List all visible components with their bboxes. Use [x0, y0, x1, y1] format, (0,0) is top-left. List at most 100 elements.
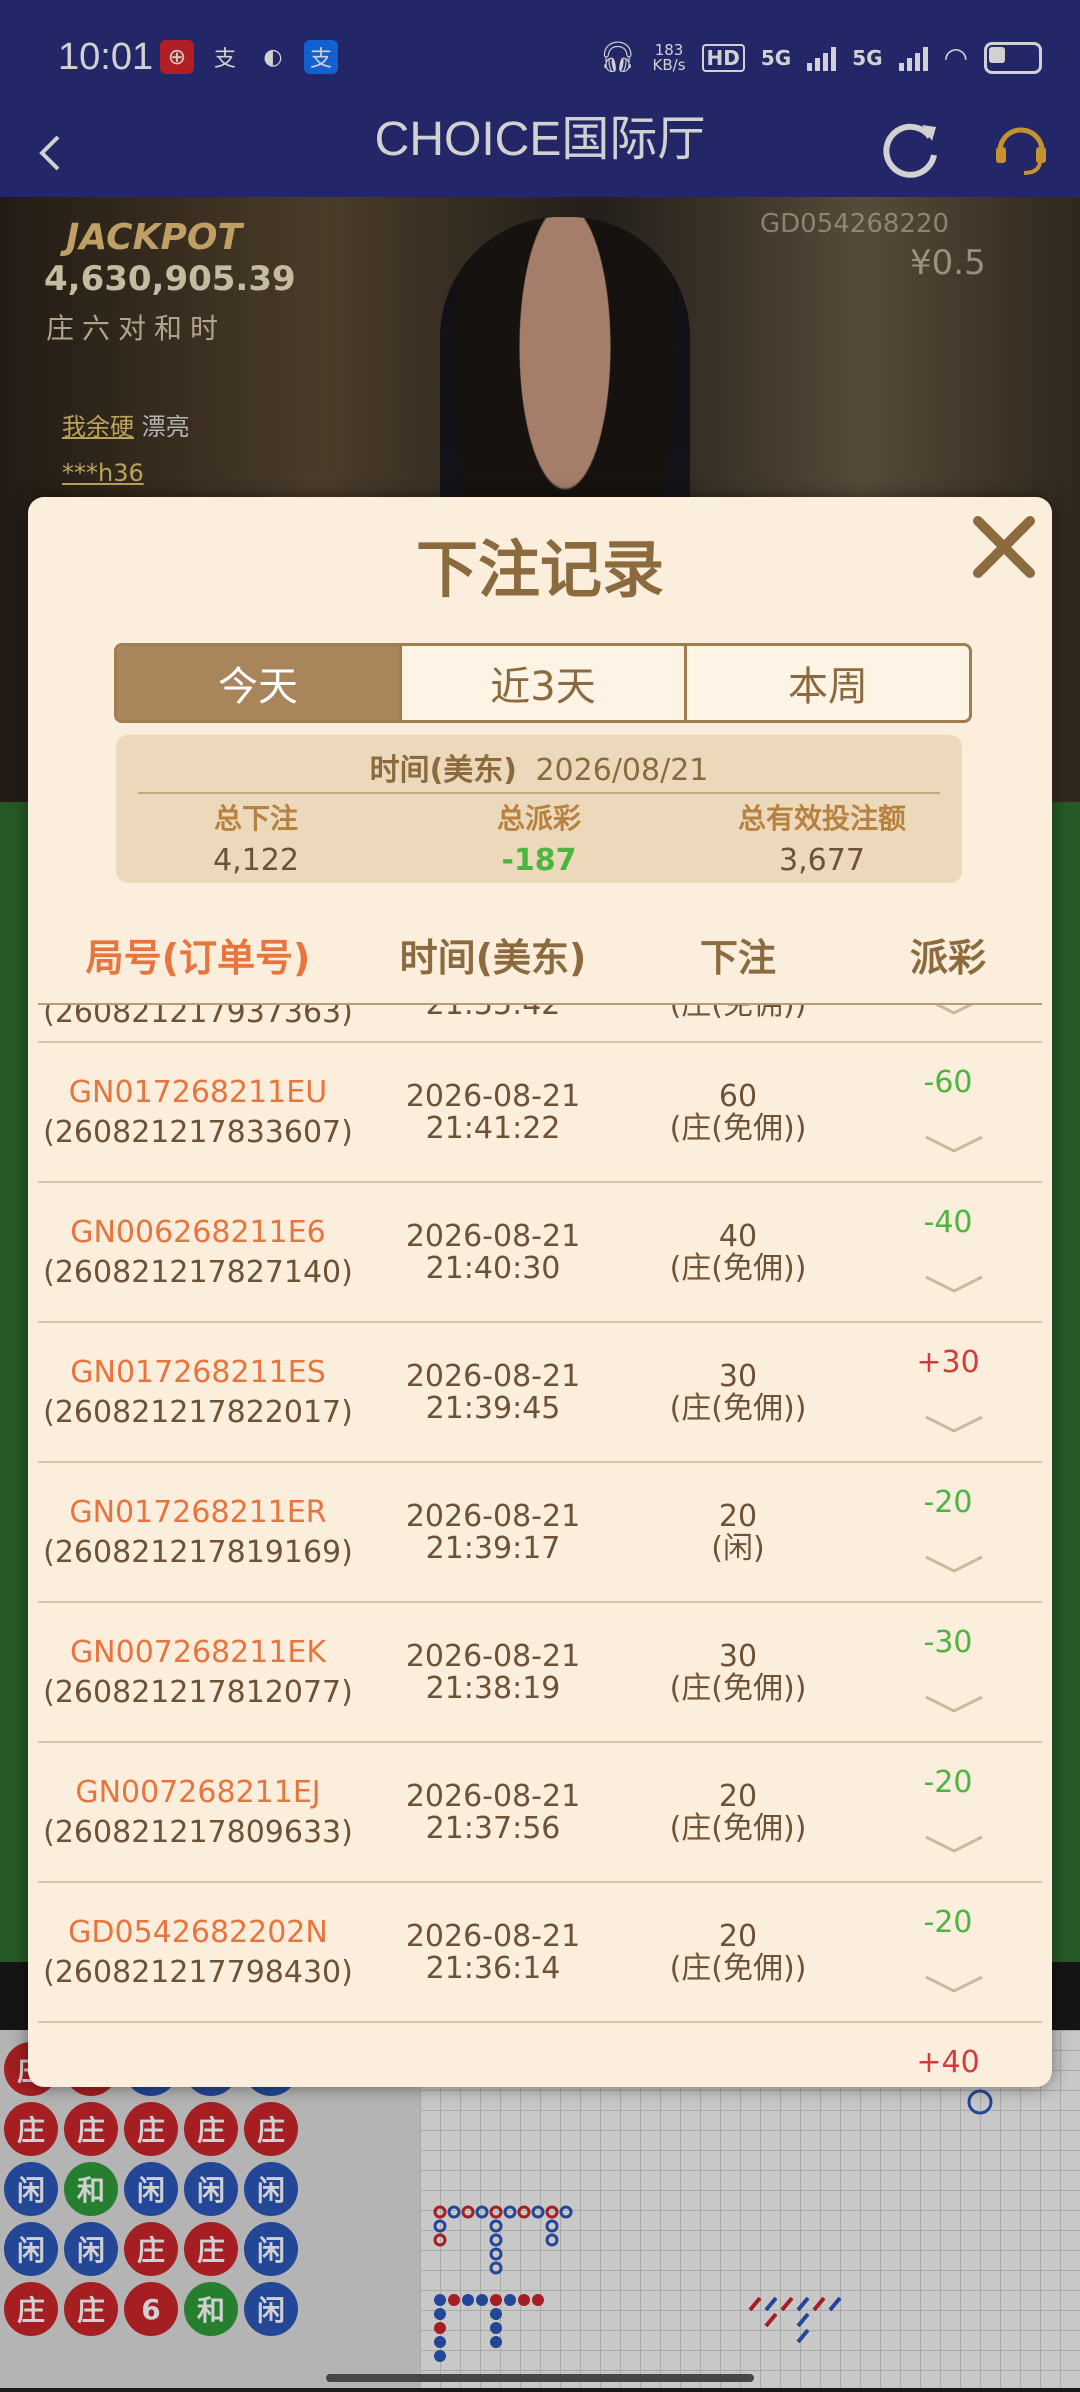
bet-date: 2026-08-21	[405, 1079, 581, 1114]
col-time: 时间(美东)	[399, 936, 587, 980]
bet-cell: 20 (闲)	[628, 1501, 848, 1565]
bet-type: (庄(免佣))	[669, 1251, 807, 1286]
order-number: (260821217812077)	[43, 1675, 353, 1710]
payout-value: -20	[923, 1765, 973, 1800]
bet-cell: 30 (庄(免佣))	[628, 1361, 848, 1425]
time-cell: 2026-08-21 21:37:56	[358, 1781, 628, 1845]
tab-last-3-days[interactable]: 近3天	[402, 646, 687, 720]
order-number: (260821217798430)	[43, 1955, 353, 1990]
total-bet: 总下注 4,122	[213, 802, 299, 878]
bet-cell: 20 (庄(免佣))	[628, 1781, 848, 1845]
time-cell: 2026-08-21 21:39:17	[358, 1501, 628, 1565]
order-number: (260821217822017)	[43, 1395, 353, 1430]
order-number: (260821217809633)	[43, 1815, 353, 1850]
bet-time: 21:39:17	[425, 1531, 561, 1566]
col-bet: 下注	[699, 936, 776, 980]
table-row[interactable]: GN006268211E6 (260821217827140) 2026-08-21…	[38, 1181, 1042, 1323]
game-number: GN007268211EK	[69, 1635, 327, 1670]
chevron-down-icon[interactable]	[924, 1273, 984, 1295]
bet-time: 21:38:19	[425, 1671, 561, 1706]
bet-amount: 30	[718, 1639, 758, 1674]
chevron-down-icon[interactable]	[924, 1693, 984, 1715]
bet-cell: 60 (庄(免佣))	[628, 1081, 848, 1145]
chevron-down-icon[interactable]	[924, 1553, 984, 1575]
chevron-down-icon[interactable]	[924, 1833, 984, 1855]
bet-type: (庄(免佣))	[669, 1951, 807, 1986]
total-valid-bet: 总有效投注额 3,677	[737, 802, 906, 878]
payout-value: -20	[923, 1905, 973, 1940]
col-payout: 派彩	[909, 936, 986, 980]
modal-title: 下注记录	[415, 533, 664, 606]
table-row[interactable]: (260821217937363) 21:55:42 (庄(免佣))	[38, 1005, 1042, 1043]
bet-time: 21:41:22	[425, 1111, 561, 1146]
chevron-down-icon[interactable]	[924, 1005, 984, 1017]
game-number: GN017268211ES	[70, 1355, 326, 1390]
game-number: GD0542682202N	[68, 1915, 328, 1950]
bet-record-modal: 下注记录 今天 近3天 本周 时间(美东) 2026/08/21 总下注 4,1…	[28, 497, 1052, 2087]
time-cell: 2026-08-21 21:40:30	[358, 1221, 628, 1285]
bet-type: (庄(免佣))	[669, 1811, 807, 1846]
bet-date: 2026-08-21	[405, 1499, 581, 1534]
game-id-cell: GN006268211E6 (260821217827140)	[38, 1217, 358, 1289]
game-number: GN017268211ER	[69, 1495, 327, 1530]
table-row[interactable]: GN007268211EK (260821217812077) 2026-08-21…	[38, 1601, 1042, 1743]
bet-amount: 20	[718, 1779, 758, 1814]
table-row[interactable]: GN007268211EJ (260821217809633) 2026-08-21…	[38, 1741, 1042, 1883]
payout-value: -60	[923, 1065, 973, 1100]
bet-date: 2026-08-21	[405, 1219, 581, 1254]
game-id-cell: GN017268211ER (260821217819169)	[38, 1497, 358, 1569]
game-id-cell: GN017268211ES (260821217822017)	[38, 1357, 358, 1429]
game-number: GN017268211EU	[68, 1075, 328, 1110]
bet-date: 2026-08-21	[405, 1359, 581, 1394]
payout-value: +40	[916, 2045, 980, 2079]
game-id-cell: GD0542682202N (260821217798430)	[38, 1917, 358, 1989]
order-number: (260821217827140)	[43, 1255, 353, 1290]
bet-time: 21:37:56	[425, 1811, 561, 1846]
tab-this-week[interactable]: 本周	[687, 646, 969, 720]
table-row[interactable]: GN017268211EU (260821217833607) 2026-08-21…	[38, 1041, 1042, 1183]
bet-type: (庄(免佣))	[669, 1111, 807, 1146]
summary-date: 时间(美东) 2026/08/21	[369, 753, 709, 788]
col-game-id: 局号(订单号)	[85, 936, 311, 980]
chevron-down-icon[interactable]	[924, 1133, 984, 1155]
bet-date: 2026-08-21	[405, 1919, 581, 1954]
total-payout: 总派彩 -187	[496, 802, 581, 878]
bet-type: (庄(免佣))	[669, 1391, 807, 1426]
date-range-tabs: 今天 近3天 本周	[114, 643, 972, 723]
table-row[interactable]: +40	[38, 2021, 1042, 2079]
table-header: 局号(订单号) 时间(美东) 下注 派彩	[28, 927, 1052, 1001]
order-number: (260821217833607)	[43, 1115, 353, 1150]
bet-amount: 20	[718, 1919, 758, 1954]
time-cell: 2026-08-21 21:36:14	[358, 1921, 628, 1985]
bet-time: 21:36:14	[425, 1951, 561, 1986]
order-number: (260821217937363)	[43, 1005, 353, 1030]
time-cell: 2026-08-21 21:39:45	[358, 1361, 628, 1425]
bet-type: (庄(免佣))	[628, 1005, 848, 1021]
payout-value: -30	[923, 1625, 973, 1660]
game-id-cell: GN017268211EU (260821217833607)	[38, 1077, 358, 1149]
order-number: (260821217819169)	[43, 1535, 353, 1570]
chevron-down-icon[interactable]	[924, 1413, 984, 1435]
game-number: GN006268211E6	[70, 1215, 326, 1250]
payout-value: +30	[916, 1345, 980, 1380]
tab-today[interactable]: 今天	[117, 646, 402, 720]
payout-value: -40	[923, 1205, 973, 1240]
bet-record-list[interactable]: (260821217937363) 21:55:42 (庄(免佣)) GN017…	[38, 1005, 1042, 2079]
game-id-cell: GN007268211EK (260821217812077)	[38, 1637, 358, 1709]
bet-time: 21:55:42	[358, 1005, 628, 1021]
bet-amount: 60	[718, 1079, 758, 1114]
table-row[interactable]: GN017268211ES (260821217822017) 2026-08-21…	[38, 1321, 1042, 1463]
bet-amount: 40	[718, 1219, 758, 1254]
summary-panel: 时间(美东) 2026/08/21 总下注 4,122 总派彩 -187 总有效…	[116, 735, 962, 883]
bet-type: (庄(免佣))	[669, 1671, 807, 1706]
game-id-cell: GN007268211EJ (260821217809633)	[38, 1777, 358, 1849]
table-row[interactable]: GN017268211ER (260821217819169) 2026-08-21…	[38, 1461, 1042, 1603]
bet-cell: 30 (庄(免佣))	[628, 1641, 848, 1705]
bet-date: 2026-08-21	[405, 1639, 581, 1674]
table-row[interactable]: GD0542682202N (260821217798430) 2026-08-21…	[38, 1881, 1042, 2023]
bet-time: 21:40:30	[425, 1251, 561, 1286]
bet-amount: 20	[718, 1499, 758, 1534]
close-icon[interactable]	[966, 509, 1042, 585]
time-cell: 2026-08-21 21:38:19	[358, 1641, 628, 1705]
chevron-down-icon[interactable]	[924, 1973, 984, 1995]
